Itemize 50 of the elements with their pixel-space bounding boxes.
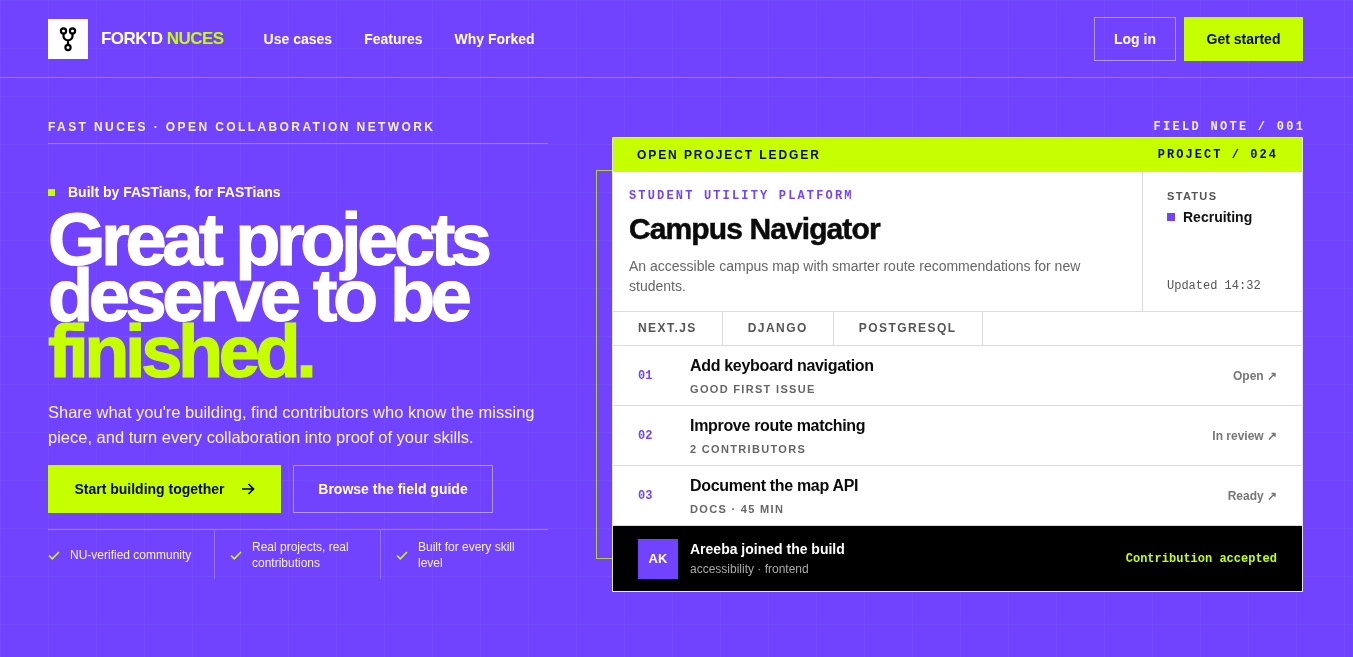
ledger-title: OPEN PROJECT LEDGER <box>637 148 821 162</box>
square-bullet-icon <box>48 188 55 196</box>
task-title: Document the map API <box>690 475 859 496</box>
start-building-button[interactable]: Start building together <box>48 465 281 513</box>
task-meta: DOCS · 45 MIN <box>690 501 786 516</box>
status-square-icon <box>1167 213 1175 221</box>
login-button[interactable]: Log in <box>1094 16 1176 61</box>
eyebrow-text: FAST NUCES · OPEN COLLABORATION NETWORK <box>48 120 437 134</box>
arrow-right-icon <box>240 483 255 495</box>
field-guide-button[interactable]: Browse the field guide <box>293 465 493 513</box>
task-number: 03 <box>638 488 654 503</box>
status-label: STATUS <box>1167 189 1219 203</box>
status-text: Recruiting <box>1183 209 1253 225</box>
check-icon <box>48 550 60 560</box>
check-icon <box>396 550 408 560</box>
task-number: 01 <box>638 368 654 383</box>
project-category: STUDENT UTILITY PLATFORM <box>629 189 855 203</box>
check-icon <box>230 550 242 560</box>
project-description: An accessible campus map with smarter route recommendations for new students. <box>629 257 1082 296</box>
get-started-button[interactable]: Get started <box>1184 16 1303 61</box>
avatar: AK <box>638 538 678 579</box>
project-name: Campus Navigator <box>629 212 882 246</box>
activity-meta: accessibility · frontend <box>690 561 810 577</box>
field-note-label: FIELD NOTE / 001 <box>1153 120 1306 134</box>
task-status-link[interactable]: In review ↗ <box>1212 428 1277 443</box>
feature-text: Built for every skill level <box>418 539 516 571</box>
brand-name[interactable]: FORK'D NUCES <box>101 28 224 49</box>
task-meta: GOOD FIRST ISSUE <box>690 381 817 396</box>
updated-time: Updated 14:32 <box>1167 279 1262 293</box>
nav-link[interactable]: Features <box>364 30 423 47</box>
feature-text: Real projects, real contributions <box>252 539 350 571</box>
nav-link[interactable]: Use cases <box>263 30 333 47</box>
hero-headline: Great projects deserve to be finished. <box>48 212 490 380</box>
task-meta: 2 CONTRIBUTORS <box>690 441 808 456</box>
tagline-text: Built by FASTians, for FASTians <box>68 184 281 200</box>
feature-text: NU-verified community <box>70 547 192 563</box>
hero-description: Share what you're building, find contributors who know the missing piece, and turn every collaboration into proof of your skills. <box>48 402 536 448</box>
nav-link[interactable]: Why Forked <box>454 30 535 47</box>
task-status-link[interactable]: Open ↗ <box>1233 368 1277 383</box>
task-title: Improve route matching <box>690 415 866 436</box>
activity-result: Contribution accepted <box>1125 551 1277 566</box>
branch-logo-icon[interactable] <box>48 18 88 59</box>
task-title: Add keyboard navigation <box>690 355 874 376</box>
tech-tag: NEXT.JS <box>613 312 723 345</box>
task-status-link[interactable]: Ready ↗ <box>1227 488 1277 503</box>
tech-tag: POSTGRESQL <box>833 312 983 345</box>
activity-title: Areeba joined the build <box>690 540 845 558</box>
tech-tag: DJANGO <box>722 312 834 345</box>
project-number: PROJECT / 024 <box>1157 148 1278 162</box>
task-number: 02 <box>638 428 654 443</box>
